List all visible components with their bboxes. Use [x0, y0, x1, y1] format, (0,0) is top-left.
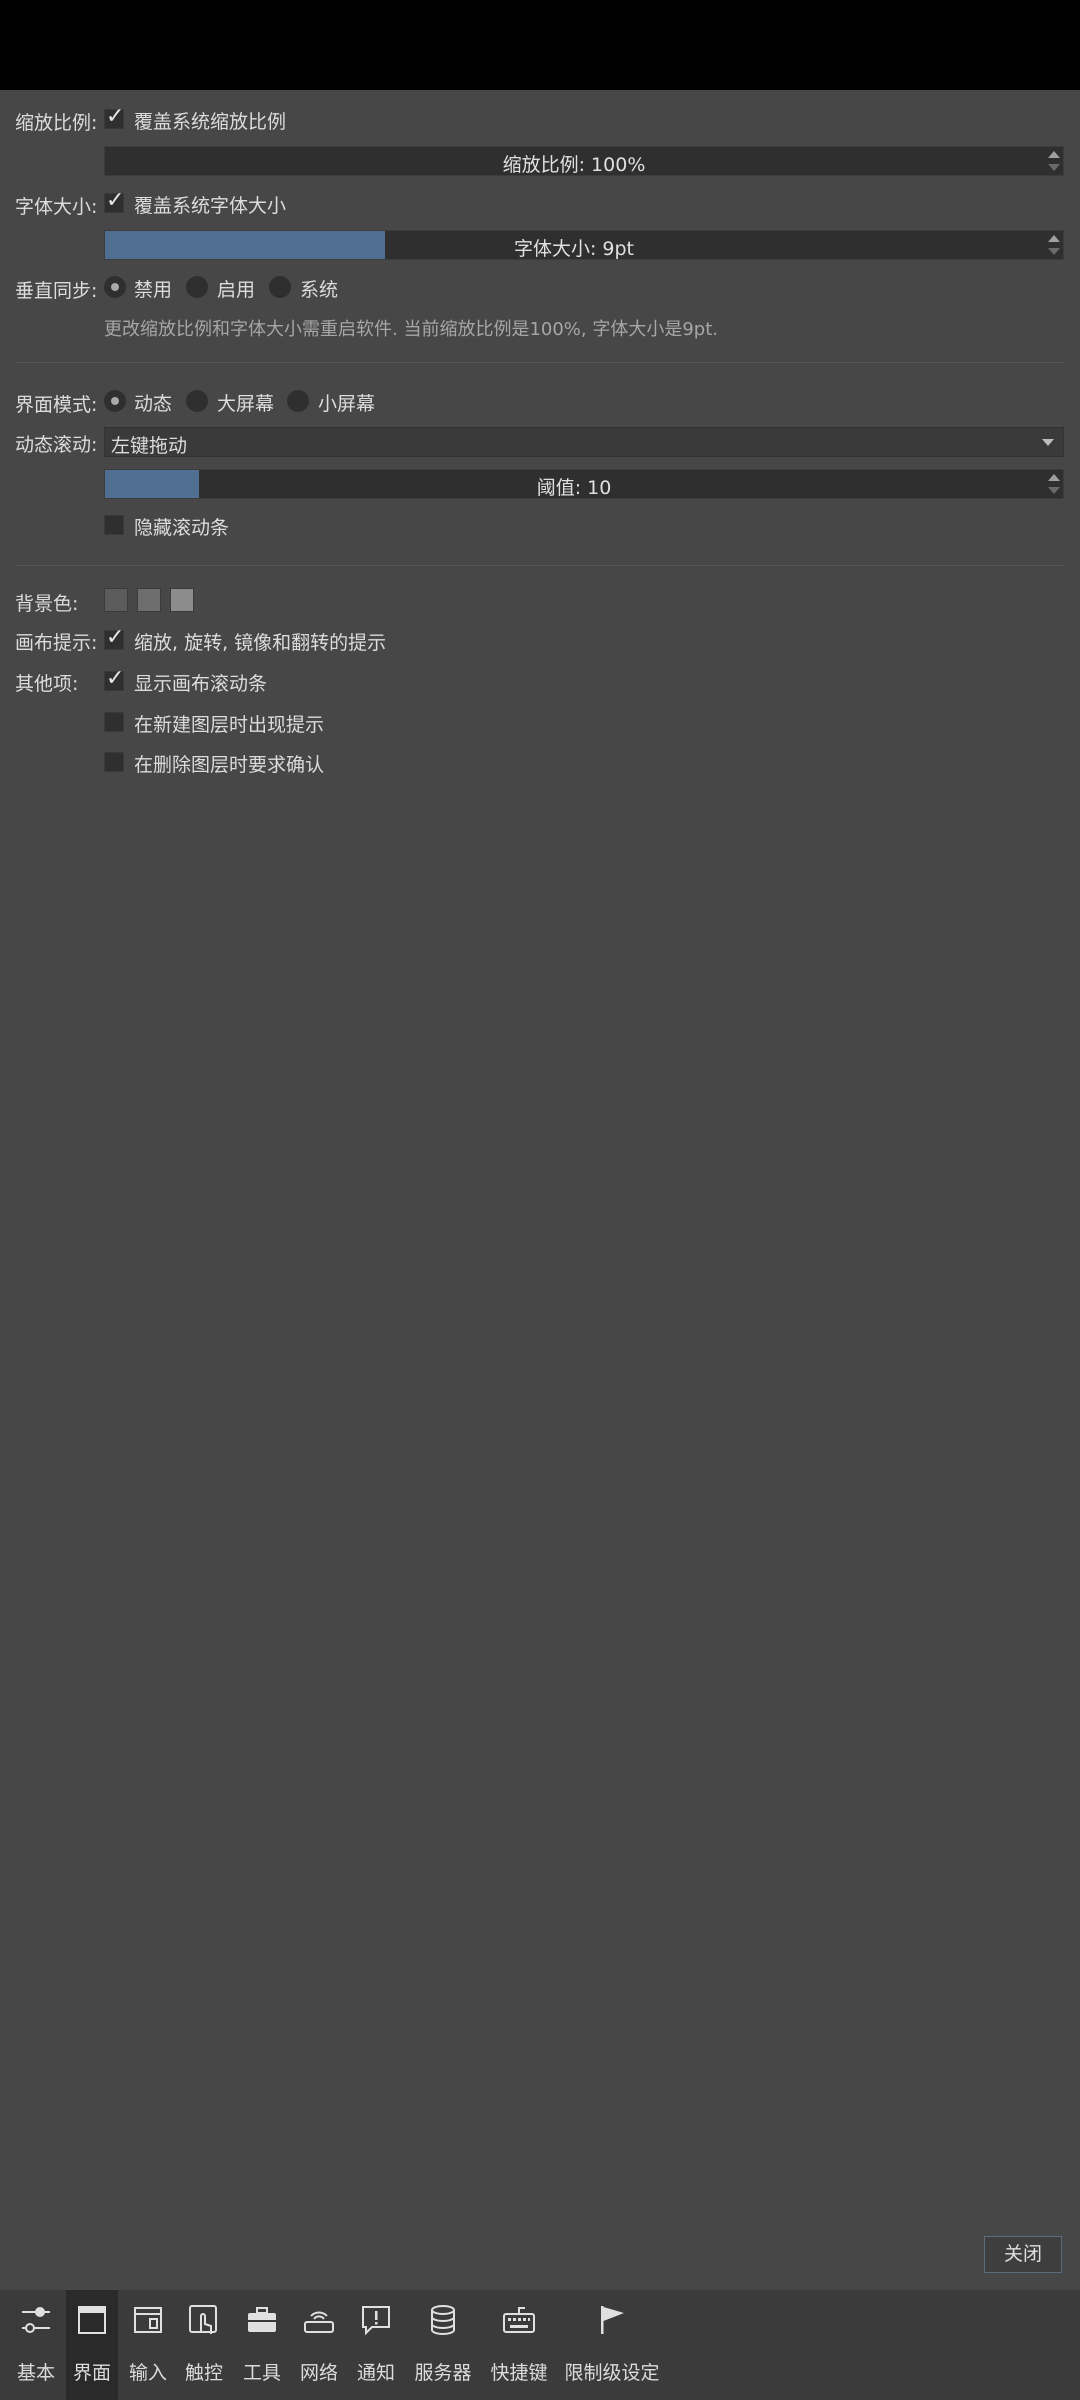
nav-label: 通知	[356, 2362, 395, 2384]
arrow-up-icon[interactable]	[1048, 151, 1060, 158]
override-font-label: 覆盖系统字体大小	[134, 195, 287, 217]
input-window-icon	[134, 2307, 162, 2333]
other-label: 其他项:	[15, 673, 79, 695]
font-size-value: 字体大小: 9pt	[513, 238, 635, 260]
database-icon	[431, 2305, 455, 2335]
bg-swatch-2[interactable]	[137, 588, 161, 612]
check-icon: ✓	[106, 104, 125, 129]
ui-mode-option-small: 小屏幕	[318, 393, 376, 415]
vsync-option-enabled: 启用	[217, 279, 256, 301]
vsync-radio-system[interactable]	[269, 276, 291, 298]
threshold-spinbox[interactable]: 阈值: 10	[104, 469, 1064, 499]
toolbox-icon	[248, 2307, 276, 2332]
dynamic-scroll-label: 动态滚动:	[15, 434, 98, 456]
threshold-value: 阈值: 10	[536, 477, 612, 499]
nav-item-notifications[interactable]: 通知	[350, 2290, 402, 2400]
nav-label: 输入	[128, 2362, 167, 2384]
restart-note: 更改缩放比例和字体大小需重启软件. 当前缩放比例是100%, 字体大小是9pt.	[104, 319, 719, 340]
delete-layer-confirm-checkbox[interactable]	[104, 752, 124, 772]
nav-item-input[interactable]: 输入	[122, 2290, 174, 2400]
threshold-spin-arrows[interactable]	[1045, 470, 1063, 498]
hide-scrollbar-checkbox[interactable]	[104, 515, 124, 535]
background-color-label: 背景色:	[15, 593, 79, 615]
scale-label: 缩放比例:	[15, 112, 98, 134]
nav-label: 网络	[299, 2362, 338, 2384]
check-icon: ✓	[106, 625, 125, 650]
divider	[15, 565, 1065, 566]
sliders-icon	[22, 2307, 50, 2333]
nav-label: 服务器	[414, 2362, 472, 2384]
status-bar	[0, 0, 1080, 90]
arrow-down-icon[interactable]	[1048, 487, 1060, 494]
override-scale-label: 覆盖系统缩放比例	[134, 111, 287, 133]
keyboard-icon	[503, 2307, 535, 2333]
chevron-down-icon	[1042, 439, 1054, 446]
canvas-hint-checkbox[interactable]: ✓	[104, 625, 124, 650]
bottom-nav: 基本 界面 输入 触控 工具 网络 通知 服务器 快捷键 限制级设定	[0, 2290, 1080, 2400]
nav-label: 基本	[16, 2362, 55, 2384]
vsync-label: 垂直同步:	[15, 280, 98, 302]
override-font-checkbox[interactable]: ✓	[104, 188, 124, 213]
bg-swatch-3[interactable]	[170, 588, 194, 612]
new-layer-hint-label: 在新建图层时出现提示	[134, 714, 325, 736]
new-layer-hint-checkbox[interactable]	[104, 712, 124, 732]
delete-layer-confirm-label: 在删除图层时要求确认	[134, 754, 325, 776]
check-icon: ✓	[106, 188, 125, 213]
canvas-hint-option: 缩放, 旋转, 镜像和翻转的提示	[134, 632, 387, 654]
override-scale-checkbox[interactable]: ✓	[104, 104, 124, 129]
show-canvas-scrollbar-label: 显示画布滚动条	[134, 673, 268, 695]
scale-value: 缩放比例: 100%	[502, 154, 646, 176]
canvas-hint-label: 画布提示:	[15, 632, 98, 654]
nav-item-restricted[interactable]: 限制级设定	[562, 2290, 662, 2400]
nav-item-server[interactable]: 服务器	[410, 2290, 476, 2400]
divider	[15, 362, 1065, 363]
ui-mode-radio-small[interactable]	[287, 390, 309, 412]
vsync-option-disabled: 禁用	[134, 279, 173, 301]
vsync-radio-disabled[interactable]	[104, 276, 126, 298]
font-size-label: 字体大小:	[15, 196, 98, 218]
ui-mode-option-dynamic: 动态	[134, 393, 173, 415]
vsync-option-system: 系统	[300, 279, 339, 301]
nav-item-interface[interactable]: 界面	[66, 2290, 118, 2400]
nav-item-basic[interactable]: 基本	[10, 2290, 62, 2400]
nav-label: 工具	[242, 2362, 281, 2384]
dynamic-scroll-value: 左键拖动	[111, 435, 188, 457]
ui-mode-option-large: 大屏幕	[217, 393, 275, 415]
nav-item-touch[interactable]: 触控	[178, 2290, 230, 2400]
arrow-down-icon[interactable]	[1048, 164, 1060, 171]
ui-mode-radio-large[interactable]	[186, 390, 208, 412]
ui-mode-radio-dynamic[interactable]	[104, 390, 126, 412]
touch-icon	[189, 2305, 217, 2334]
flag-icon	[601, 2306, 624, 2334]
vsync-radio-enabled[interactable]	[186, 276, 208, 298]
arrow-down-icon[interactable]	[1048, 248, 1060, 255]
nav-item-network[interactable]: 网络	[293, 2290, 345, 2400]
hide-scrollbar-label: 隐藏滚动条	[134, 517, 230, 539]
bg-swatch-1[interactable]	[104, 588, 128, 612]
scale-spin-arrows[interactable]	[1045, 147, 1063, 175]
nav-item-shortcuts[interactable]: 快捷键	[486, 2290, 552, 2400]
router-icon	[304, 2311, 334, 2333]
nav-label: 界面	[72, 2362, 111, 2384]
nav-label: 限制级设定	[564, 2362, 660, 2384]
arrow-up-icon[interactable]	[1048, 235, 1060, 242]
font-size-spinbox[interactable]: 字体大小: 9pt	[104, 230, 1064, 260]
window-icon	[78, 2306, 106, 2334]
close-button[interactable]: 关闭	[984, 2236, 1062, 2273]
nav-label: 触控	[184, 2362, 223, 2384]
ui-mode-label: 界面模式:	[15, 394, 98, 416]
nav-item-tools[interactable]: 工具	[236, 2290, 288, 2400]
font-spin-arrows[interactable]	[1045, 231, 1063, 259]
dynamic-scroll-select[interactable]: 左键拖动	[104, 427, 1064, 457]
check-icon: ✓	[106, 666, 125, 691]
scale-spinbox[interactable]: 缩放比例: 100%	[104, 146, 1064, 176]
arrow-up-icon[interactable]	[1048, 474, 1060, 481]
show-canvas-scrollbar-checkbox[interactable]: ✓	[104, 666, 124, 691]
nav-label: 快捷键	[490, 2362, 548, 2384]
notification-icon	[362, 2306, 390, 2336]
